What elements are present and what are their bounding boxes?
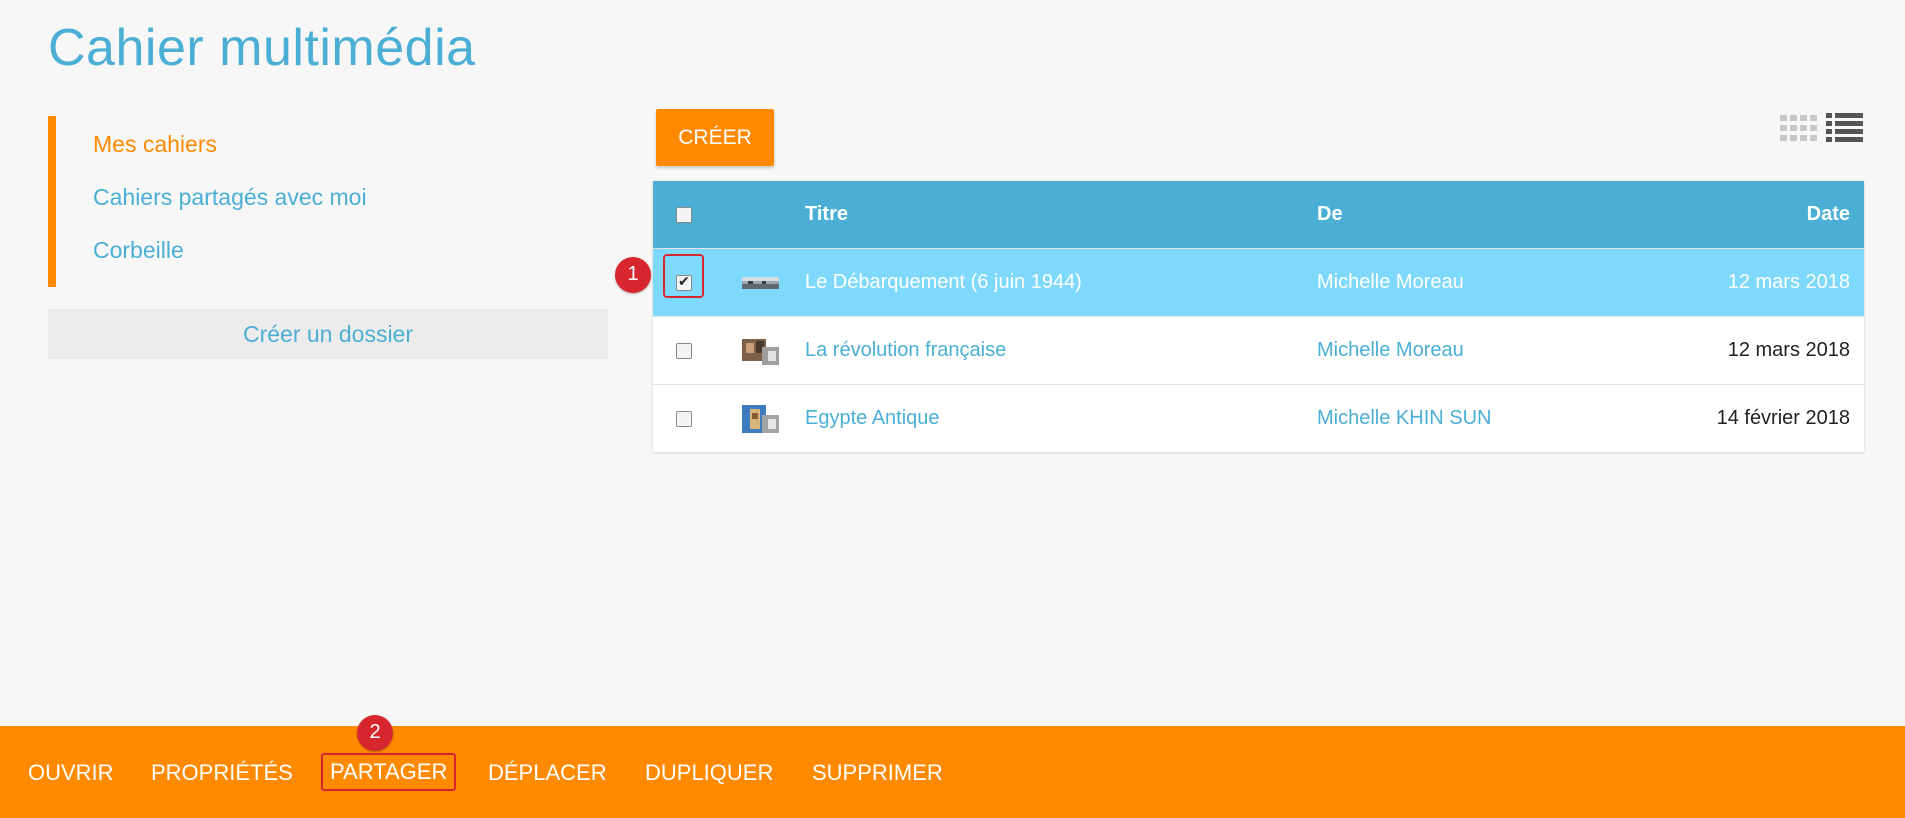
table-row[interactable]: Le Débarquement (6 juin 1944) Michelle M… bbox=[653, 248, 1864, 316]
sidebar-item-mes-cahiers[interactable]: Mes cahiers bbox=[56, 122, 608, 175]
share-button[interactable]: PARTAGER bbox=[321, 753, 457, 791]
annotation-badge-1: 1 bbox=[615, 257, 651, 293]
row-title[interactable]: La révolution française bbox=[805, 339, 1317, 362]
row-checkbox[interactable] bbox=[676, 342, 692, 359]
select-all-checkbox[interactable] bbox=[676, 206, 692, 223]
row-author[interactable]: Michelle Moreau bbox=[1317, 339, 1627, 362]
table-row[interactable]: Egypte Antique Michelle KHIN SUN 14 févr… bbox=[653, 384, 1864, 452]
annotation-badge-2: 2 bbox=[357, 715, 393, 751]
properties-button[interactable]: PROPRIÉTÉS bbox=[151, 760, 293, 786]
sidebar-item-shared-with-me[interactable]: Cahiers partagés avec moi bbox=[56, 175, 608, 228]
sidebar: Mes cahiers Cahiers partagés avec moi Co… bbox=[48, 116, 608, 359]
row-date: 14 février 2018 bbox=[1716, 407, 1850, 429]
row-author[interactable]: Michelle Moreau bbox=[1317, 271, 1627, 294]
duplicate-button[interactable]: DUPLIQUER bbox=[645, 760, 773, 786]
sidebar-item-trash[interactable]: Corbeille bbox=[56, 228, 608, 281]
list-view-icon[interactable] bbox=[1826, 113, 1863, 143]
create-button[interactable]: CRÉER bbox=[656, 109, 774, 166]
grid-view-icon[interactable] bbox=[1780, 115, 1817, 141]
row-title[interactable]: Egypte Antique bbox=[805, 407, 1317, 430]
row-title[interactable]: Le Débarquement (6 juin 1944) bbox=[805, 271, 1317, 294]
move-button[interactable]: DÉPLACER bbox=[488, 760, 607, 786]
row-checkbox[interactable] bbox=[676, 410, 692, 427]
column-header-date[interactable]: Date bbox=[1627, 203, 1864, 226]
table-row[interactable]: La révolution française Michelle Moreau … bbox=[653, 316, 1864, 384]
delete-button[interactable]: SUPPRIMER bbox=[812, 760, 943, 786]
sidebar-nav: Mes cahiers Cahiers partagés avec moi Co… bbox=[48, 116, 608, 287]
row-date: 12 mars 2018 bbox=[1727, 339, 1850, 361]
action-bar: OUVRIR PROPRIÉTÉS PARTAGER DÉPLACER DUPL… bbox=[0, 726, 1905, 818]
page-title: Cahier multimédia bbox=[48, 19, 476, 77]
column-header-title[interactable]: Titre bbox=[805, 203, 1317, 226]
thumbnail-image bbox=[741, 276, 779, 289]
table-header: Titre De Date bbox=[653, 181, 1864, 248]
column-header-from[interactable]: De bbox=[1317, 203, 1627, 226]
row-date: 12 mars 2018 bbox=[1727, 271, 1850, 293]
notebooks-table: Titre De Date Le Débarquement (6 juin 19… bbox=[653, 181, 1864, 452]
row-author[interactable]: Michelle KHIN SUN bbox=[1317, 407, 1627, 430]
annotation-highlight-box bbox=[663, 253, 704, 298]
thumbnail-image bbox=[741, 404, 779, 433]
create-folder-button[interactable]: Créer un dossier bbox=[48, 309, 608, 359]
thumbnail-image bbox=[741, 338, 779, 365]
open-button[interactable]: OUVRIR bbox=[28, 760, 114, 786]
